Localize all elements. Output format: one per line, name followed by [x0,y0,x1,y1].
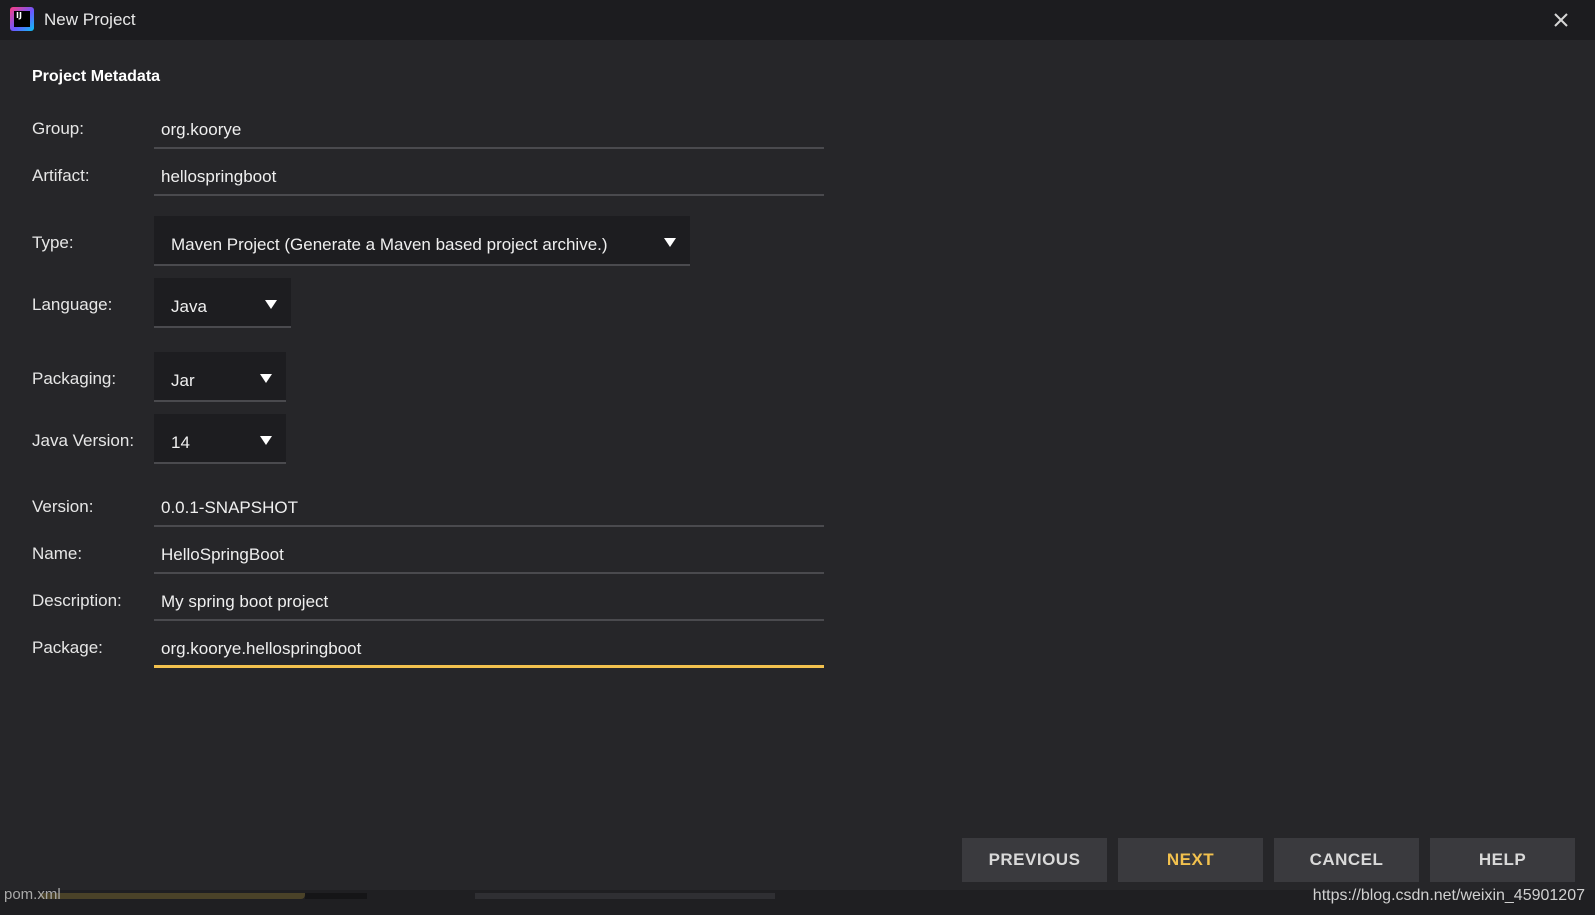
watermark-text: https://blog.csdn.net/weixin_45901207 [1312,887,1585,904]
packaging-label: Packaging: [32,369,117,388]
intellij-icon: IJ [10,7,34,31]
name-input[interactable]: HelloSpringBoot [154,540,824,574]
previous-button[interactable]: PREVIOUS [962,838,1107,882]
next-button[interactable]: NEXT [1118,838,1263,882]
version-input[interactable]: 0.0.1-SNAPSHOT [154,493,824,527]
name-value: HelloSpringBoot [161,545,284,564]
description-input[interactable]: My spring boot project [154,587,824,621]
packaging-value: Jar [171,371,195,390]
java-version-select[interactable]: 14 [154,414,286,464]
editor-tab-pom[interactable]: pom.xml [4,886,61,903]
package-input[interactable]: org.koorye.hellospringboot [154,634,824,668]
type-select[interactable]: Maven Project (Generate a Maven based pr… [154,216,690,266]
chevron-down-icon [664,238,676,247]
language-select[interactable]: Java [154,278,291,328]
chevron-down-icon [260,374,272,383]
chevron-down-icon [260,436,272,445]
chevron-down-icon [265,300,277,309]
dialog-title: New Project [44,10,136,29]
description-value: My spring boot project [161,592,329,611]
help-button[interactable]: HELP [1430,838,1575,882]
group-value: org.koorye [161,120,242,139]
editor-tab-inactive [475,893,775,899]
java-version-label: Java Version: [32,431,135,450]
java-version-value: 14 [171,433,190,452]
artifact-value: hellospringboot [161,167,277,186]
type-value: Maven Project (Generate a Maven based pr… [171,235,608,254]
section-title: Project Metadata [32,68,161,85]
packaging-select[interactable]: Jar [154,352,286,402]
new-project-dialog: IJ New Project Project Metadata Group: o… [0,0,1595,915]
group-label: Group: [32,119,84,138]
package-value: org.koorye.hellospringboot [161,639,362,658]
artifact-input[interactable]: hellospringboot [154,162,824,196]
close-button[interactable] [1549,8,1573,32]
version-label: Version: [32,497,94,516]
editor-tab-divider [305,893,367,899]
language-value: Java [171,297,207,316]
artifact-label: Artifact: [32,166,90,185]
group-input[interactable]: org.koorye [154,115,824,149]
cancel-button[interactable]: CANCEL [1274,838,1419,882]
package-label: Package: [32,638,103,657]
title-bar: IJ New Project [0,0,1595,40]
editor-tab-indicator [40,893,305,899]
close-icon [1554,13,1568,27]
app-icon-text: IJ [14,11,30,27]
language-label: Language: [32,295,113,314]
type-label: Type: [32,233,74,252]
description-label: Description: [32,591,122,610]
name-label: Name: [32,544,83,563]
version-value: 0.0.1-SNAPSHOT [161,498,298,517]
